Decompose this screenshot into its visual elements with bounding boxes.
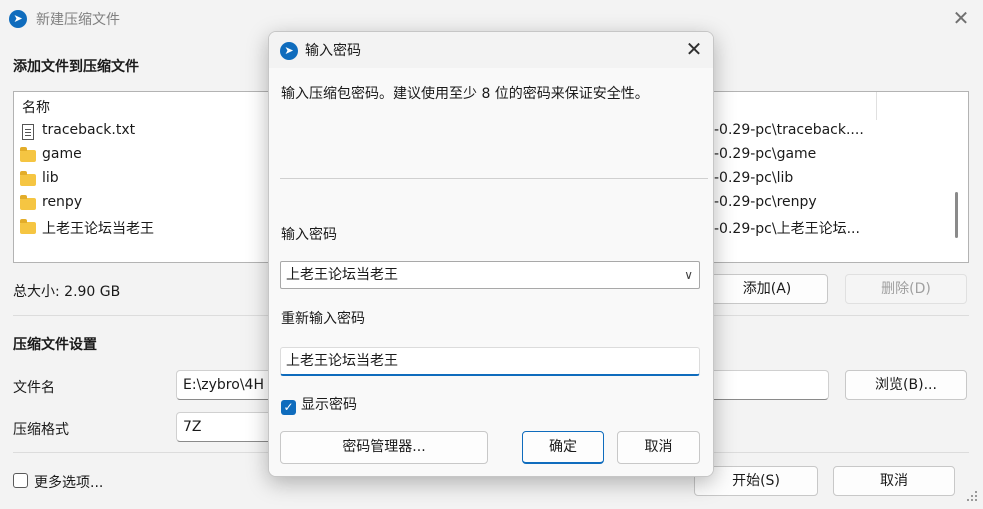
- delete-button[interactable]: 删除(D): [845, 274, 967, 304]
- folder-icon: [20, 171, 36, 186]
- file-path: -0.29-pc\renpy: [714, 194, 817, 210]
- password-manager-button[interactable]: 密码管理器...: [280, 431, 488, 464]
- ok-button[interactable]: 确定: [522, 431, 604, 464]
- format-label: 压缩格式: [13, 422, 69, 438]
- file-path: -0.29-pc\上老王论坛...: [714, 221, 860, 237]
- divider: [280, 178, 708, 179]
- folder-name: renpy: [42, 194, 83, 210]
- dialog-title-bar: ➤ 输入密码 ✕: [269, 32, 713, 68]
- password-value: 上老王论坛当老王: [286, 267, 398, 283]
- reenter-password-label: 重新输入密码: [281, 311, 365, 327]
- file-icon: [22, 124, 34, 140]
- folder-icon: [20, 195, 36, 210]
- browse-button[interactable]: 浏览(B)...: [845, 370, 967, 400]
- password-combobox[interactable]: 上老王论坛当老王 ∨: [280, 261, 700, 289]
- reenter-password-input[interactable]: 上老王论坛当老王: [280, 347, 700, 376]
- file-path: -0.29-pc\game: [714, 146, 817, 162]
- password-label: 输入密码: [281, 227, 337, 243]
- settings-section-title: 压缩文件设置: [13, 337, 97, 353]
- file-name: traceback.txt: [42, 122, 136, 138]
- file-path: -0.29-pc\traceback....: [714, 122, 864, 138]
- chevron-down-icon[interactable]: ∨: [684, 262, 693, 288]
- folder-name: 上老王论坛当老王: [42, 221, 154, 237]
- cancel-button[interactable]: 取消: [833, 466, 955, 496]
- add-button[interactable]: 添加(A): [706, 274, 828, 304]
- more-options-label[interactable]: 更多选项...: [34, 472, 103, 492]
- folder-icon: [20, 219, 36, 234]
- show-password-checkbox[interactable]: ✓: [281, 400, 296, 415]
- dialog-body: 输入压缩包密码。建议使用至少 8 位的密码来保证安全性。 输入密码 上老王论坛当…: [269, 68, 713, 476]
- checkmark-icon: ✓: [283, 400, 294, 414]
- folder-name: game: [42, 146, 82, 162]
- folder-name: lib: [42, 170, 59, 186]
- close-icon[interactable]: ✕: [683, 39, 705, 61]
- folder-icon: [20, 147, 36, 162]
- window-title: 新建压缩文件: [36, 12, 120, 28]
- close-icon[interactable]: ✕: [950, 8, 972, 30]
- app-logo-icon: ➤: [9, 10, 27, 28]
- more-options-checkbox[interactable]: [13, 473, 28, 488]
- show-password-label[interactable]: 显示密码: [301, 394, 357, 414]
- filename-label: 文件名: [13, 380, 55, 396]
- total-size: 总大小: 2.90 GB: [13, 284, 121, 300]
- app-logo-icon: ➤: [280, 42, 298, 60]
- password-dialog: ➤ 输入密码 ✕ 输入压缩包密码。建议使用至少 8 位的密码来保证安全性。 输入…: [268, 31, 714, 477]
- vertical-scrollbar[interactable]: [955, 192, 958, 238]
- column-separator: [876, 92, 877, 120]
- dialog-description: 输入压缩包密码。建议使用至少 8 位的密码来保证安全性。: [281, 86, 649, 102]
- resize-grip[interactable]: [966, 490, 978, 502]
- dialog-cancel-button[interactable]: 取消: [617, 431, 700, 464]
- dialog-title: 输入密码: [305, 43, 361, 59]
- add-section-title: 添加文件到压缩文件: [13, 59, 139, 75]
- file-path: -0.29-pc\lib: [714, 170, 794, 186]
- column-header-name[interactable]: 名称: [22, 97, 50, 117]
